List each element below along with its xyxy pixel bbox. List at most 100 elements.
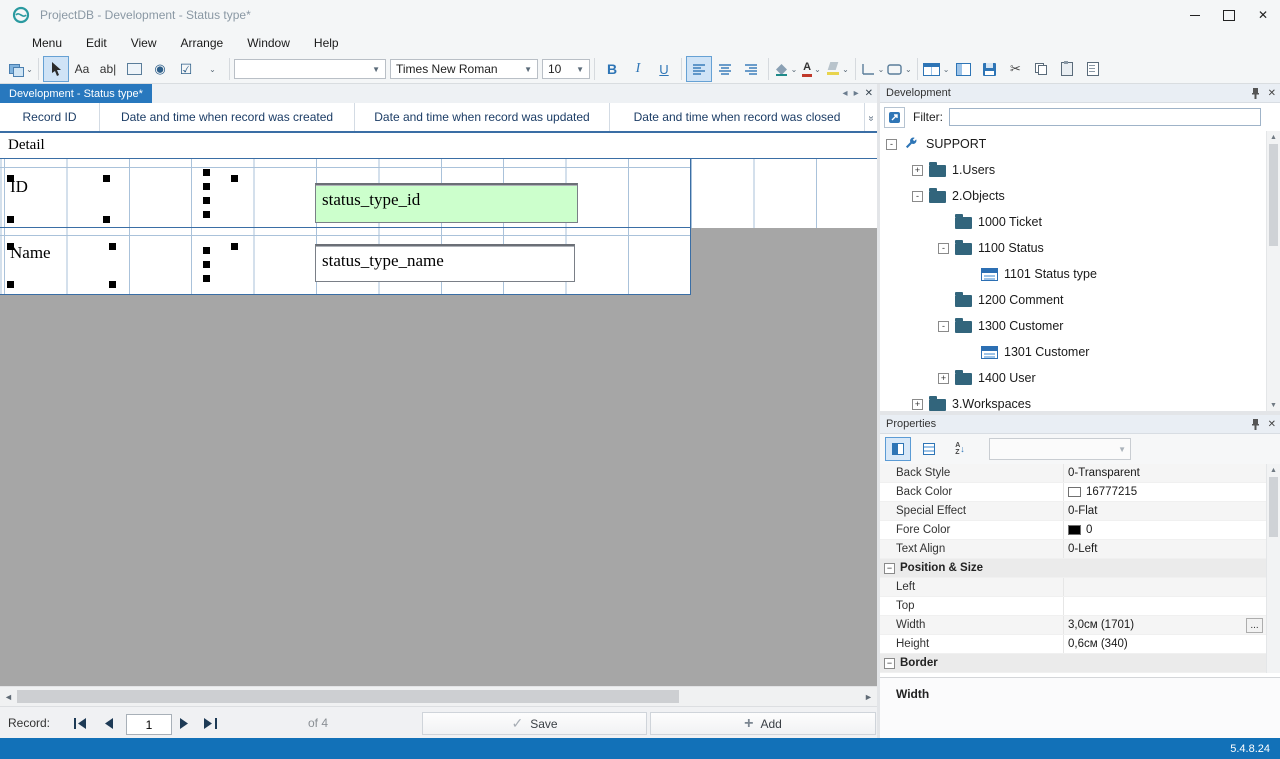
horizontal-scrollbar[interactable]: ◄ ► [0, 686, 877, 707]
property-row-left[interactable]: Left [880, 578, 1267, 597]
align-left-button[interactable] [686, 56, 712, 82]
property-row-back-style[interactable]: Back Style 0-Transparent [880, 464, 1267, 483]
property-row-top[interactable]: Top [880, 597, 1267, 616]
detail-band-header[interactable]: Detail [0, 131, 877, 159]
field-label-id[interactable]: ID [10, 177, 28, 197]
checkbox-tool-button[interactable]: ☑ [173, 56, 199, 82]
italic-button[interactable]: I [625, 56, 651, 82]
save-record-button[interactable]: ✓ Save [422, 712, 647, 735]
scroll-down-icon[interactable]: ▼ [1267, 399, 1280, 411]
expand-icon[interactable]: + [938, 372, 949, 384]
tree-node-1400-user[interactable]: + 1400 User [880, 365, 1267, 391]
scrollbar-thumb[interactable] [1269, 144, 1278, 246]
property-row-special-effect[interactable]: Special Effect 0-Flat [880, 502, 1267, 521]
highlight-color-button[interactable]: ⌄ [825, 56, 851, 82]
tree-node-1300-customer[interactable]: - 1300 Customer [880, 313, 1267, 339]
scroll-up-icon[interactable]: ▲ [1267, 464, 1280, 476]
bold-button[interactable]: B [599, 56, 625, 82]
minimize-button[interactable] [1178, 0, 1212, 30]
properties-scrollbar[interactable]: ▲ [1266, 464, 1280, 673]
report-button[interactable] [1080, 56, 1106, 82]
select-tool-button[interactable] [43, 56, 69, 82]
column-header-created[interactable]: Date and time when record was created [100, 103, 355, 131]
next-record-button[interactable] [172, 712, 196, 734]
toolbar-overflow-button[interactable]: ⌄ [199, 56, 225, 82]
tab-close-icon[interactable]: ✕ [865, 88, 873, 99]
font-name-combo[interactable]: Times New Roman ▼ [390, 59, 538, 79]
font-size-combo[interactable]: 10 ▼ [542, 59, 590, 79]
border-style-button[interactable]: ⌄ [886, 56, 913, 82]
property-value[interactable]: 0-Flat [1064, 502, 1267, 520]
underline-button[interactable]: U [651, 56, 677, 82]
property-category-border[interactable]: − Border [880, 654, 1267, 673]
property-value[interactable]: 16777215 [1064, 483, 1267, 501]
status-type-id-textbox[interactable]: status_type_id [315, 183, 578, 223]
column-header-record-id[interactable]: Record ID [0, 103, 100, 131]
align-center-button[interactable] [712, 56, 738, 82]
align-right-button[interactable] [738, 56, 764, 82]
close-panel-icon[interactable]: ✕ [1268, 419, 1276, 430]
scroll-left-icon[interactable]: ◄ [0, 687, 17, 707]
gridline-style-button[interactable]: ⌄ [860, 56, 886, 82]
scroll-right-icon[interactable]: ► [860, 687, 877, 707]
field-label-name[interactable]: Name [10, 243, 51, 263]
close-panel-icon[interactable]: ✕ [1268, 88, 1276, 99]
object-selector-combo[interactable]: ▼ [989, 438, 1131, 460]
list-view-button[interactable] [916, 437, 942, 461]
close-button[interactable]: ✕ [1246, 0, 1280, 30]
filter-input[interactable] [949, 108, 1261, 126]
fill-color-button[interactable]: ⌄ [773, 56, 799, 82]
gallery-button[interactable]: ⌄ [8, 56, 34, 82]
property-row-fore-color[interactable]: Fore Color 0 [880, 521, 1267, 540]
previous-record-button[interactable] [96, 712, 120, 734]
menu-item-window[interactable]: Window [235, 30, 302, 55]
collapse-icon[interactable]: - [886, 138, 897, 150]
tree-node-1000-ticket[interactable]: 1000 Ticket [880, 209, 1267, 235]
scrollbar-thumb[interactable] [1269, 477, 1278, 537]
tree-node-1301-customer[interactable]: 1301 Customer [880, 339, 1267, 365]
property-value[interactable]: 0,6см (340) [1064, 635, 1267, 653]
scrollbar-thumb[interactable] [17, 690, 679, 703]
menu-item-edit[interactable]: Edit [74, 30, 119, 55]
property-value[interactable] [1064, 578, 1267, 596]
cut-button[interactable]: ✂ [1002, 56, 1028, 82]
collapse-icon[interactable]: - [912, 190, 923, 202]
tree-scrollbar[interactable]: ▲ ▼ [1266, 131, 1280, 411]
style-combo[interactable]: ▼ [234, 59, 386, 79]
property-value[interactable]: 0 [1064, 521, 1267, 539]
property-row-height[interactable]: Height 0,6см (340) [880, 635, 1267, 654]
property-category-position-size[interactable]: − Position & Size [880, 559, 1267, 578]
menu-item-arrange[interactable]: Arrange [169, 30, 236, 55]
label-tool-button[interactable]: Aa [69, 56, 95, 82]
menu-item-help[interactable]: Help [302, 30, 351, 55]
collapse-icon[interactable]: - [938, 242, 949, 254]
tab-scroll-left-icon[interactable]: ◂ [843, 88, 848, 99]
textbox-tool-button[interactable]: ab| [95, 56, 121, 82]
property-row-text-align[interactable]: Text Align 0-Left [880, 540, 1267, 559]
tree-node-1100-status[interactable]: - 1100 Status [880, 235, 1267, 261]
column-header-closed[interactable]: Date and time when record was closed [610, 103, 865, 131]
tab-scroll-right-icon[interactable]: ▸ [854, 88, 859, 99]
current-record-input[interactable] [126, 714, 172, 735]
tree-node-support[interactable]: - SUPPORT [880, 131, 1267, 157]
menu-item-view[interactable]: View [119, 30, 169, 55]
tree-node-objects[interactable]: - 2.Objects [880, 183, 1267, 209]
save-button[interactable] [976, 56, 1002, 82]
copy-button[interactable] [1028, 56, 1054, 82]
column-header-updated[interactable]: Date and time when record was updated [355, 103, 610, 131]
pin-icon[interactable] [1251, 87, 1260, 99]
property-row-width[interactable]: Width 3,0см (1701) ... [880, 616, 1267, 635]
column-more-button[interactable]: » [865, 103, 877, 131]
property-value[interactable]: 0-Transparent [1064, 464, 1267, 482]
scroll-up-icon[interactable]: ▲ [1267, 131, 1280, 143]
ellipsis-button[interactable]: ... [1246, 618, 1263, 633]
pin-icon[interactable] [1251, 418, 1260, 430]
last-record-button[interactable] [198, 712, 222, 734]
locate-object-button[interactable] [884, 106, 905, 128]
tree-node-workspaces[interactable]: + 3.Workspaces [880, 391, 1267, 411]
expand-icon[interactable]: + [912, 164, 923, 176]
frame-tool-button[interactable] [121, 56, 147, 82]
tab-development-status-type[interactable]: Development - Status type* [0, 84, 152, 103]
property-value[interactable]: 3,0см (1701) ... [1064, 616, 1267, 634]
collapse-icon[interactable]: − [884, 562, 895, 574]
